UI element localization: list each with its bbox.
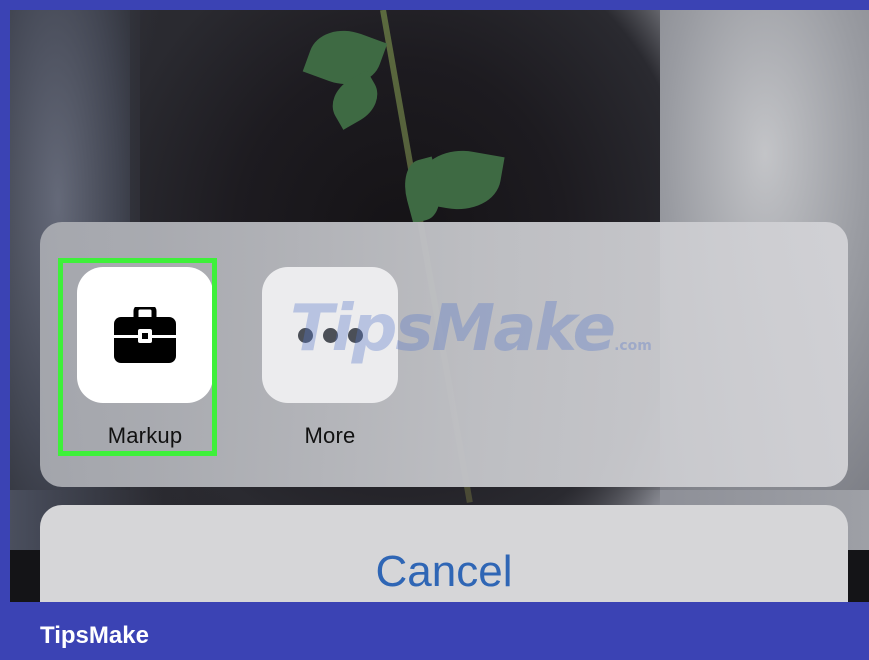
markup-label: Markup [107, 423, 183, 448]
more-dots-icon [297, 327, 363, 343]
more-tile[interactable] [262, 267, 398, 403]
markup-action[interactable]: Markup [75, 267, 215, 449]
markup-tile[interactable] [77, 267, 213, 403]
footer-brand: TipsMake [40, 622, 149, 649]
toolbox-icon [114, 307, 176, 363]
more-action[interactable]: More [260, 267, 400, 449]
more-label: More [304, 423, 356, 448]
cancel-label: Cancel [375, 547, 513, 596]
footer-bar: TipsMake [0, 602, 869, 660]
share-actions-panel: Markup More [40, 222, 848, 487]
